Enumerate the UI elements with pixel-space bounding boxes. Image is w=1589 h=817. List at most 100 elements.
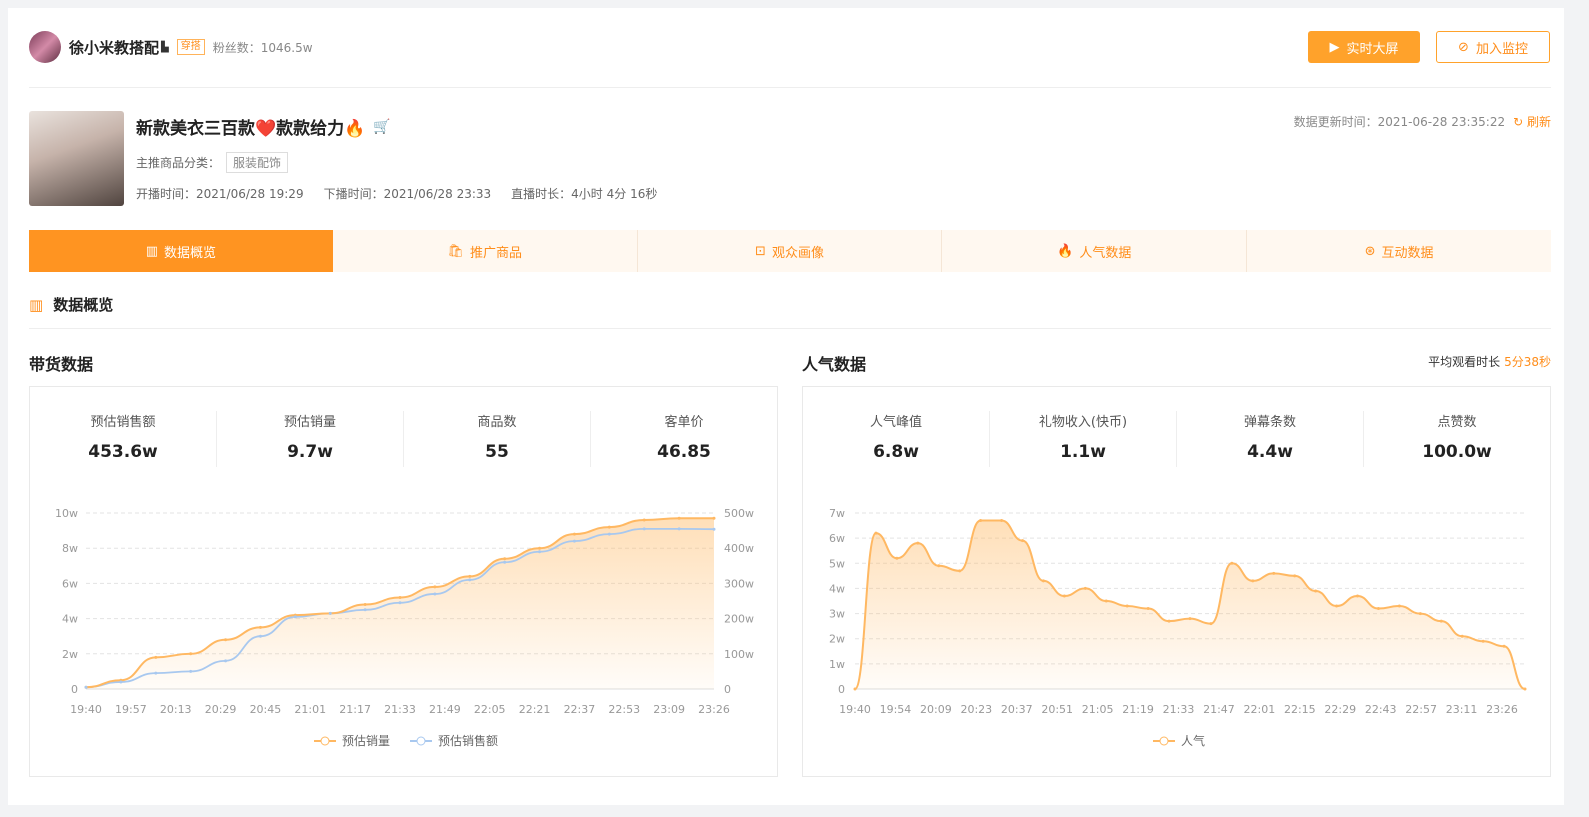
tab-bar: ▥ 数据概览 🛍 推广商品 ⊡ 观众画像 🔥 人气数据 ⊛ 互动数据: [29, 230, 1551, 272]
y-right-tick-label: 500w: [724, 507, 754, 520]
sales-volume-point: [712, 516, 716, 520]
x-tick-label: 22:53: [608, 703, 640, 716]
x-tick-label: 20:13: [160, 703, 192, 716]
sales-volume-point: [189, 652, 193, 656]
sales-amount-point: [572, 539, 576, 543]
x-tick-label: 22:57: [1405, 703, 1437, 716]
y-left-tick-label: 10w: [55, 507, 78, 520]
sales-volume-point: [224, 638, 228, 642]
popularity-point: [1397, 604, 1401, 608]
popularity-point: [937, 564, 941, 568]
tab-overview[interactable]: ▥ 数据概览: [29, 230, 333, 272]
sales-volume-point: [398, 595, 402, 599]
sales-volume-point: [677, 516, 681, 520]
popularity-point: [1272, 571, 1276, 575]
popularity-point: [1021, 539, 1024, 543]
x-tick-label: 21:33: [384, 703, 416, 716]
y-tick-label: 2w: [829, 633, 845, 646]
popularity-point: [1209, 622, 1213, 626]
popularity-point: [1481, 639, 1485, 643]
sales-amount-point: [607, 532, 611, 536]
y-tick-label: 5w: [829, 557, 845, 570]
sales-chart[interactable]: 0 0 2w 100w 4w 200w 6w 300w 8w 400w 10w 500w 19:40 19…: [30, 485, 777, 775]
big-screen-button[interactable]: ▶ 实时大屏: [1308, 31, 1420, 63]
stat-unit-price: 客单价 46.85: [657, 415, 711, 462]
legend-popularity-label: 人气: [1181, 733, 1205, 748]
refresh-icon: ↻: [1513, 115, 1524, 129]
live-title-row: 新款美衣三百款❤️款款给力🔥 🛒: [136, 114, 391, 140]
popularity-point: [1439, 619, 1443, 623]
tab-products[interactable]: 🛍 推广商品: [333, 230, 638, 272]
popularity-point: [1335, 604, 1339, 608]
sales-volume-point: [154, 655, 158, 659]
y-tick-label: 0: [838, 683, 845, 696]
x-tick-label: 20:37: [1001, 703, 1033, 716]
tab-interaction[interactable]: ⊛ 互动数据: [1247, 230, 1551, 272]
stat-peak-popularity: 人气峰值 6.8w: [803, 411, 990, 467]
tab-audience[interactable]: ⊡ 观众画像: [638, 230, 943, 272]
popularity-point: [1000, 519, 1004, 523]
popularity-point: [1293, 574, 1297, 578]
flame-icon: 🔥: [1057, 243, 1074, 259]
popularity-title: 人气数据: [802, 355, 867, 374]
sales-amount-point: [433, 592, 437, 596]
anchor-name[interactable]: 徐小米教搭配: [69, 37, 159, 58]
sales-volume-point: [503, 557, 507, 561]
y-tick-label: 6w: [829, 532, 845, 545]
legend-volume-marker: [320, 736, 330, 746]
tab-label: 推广商品: [469, 245, 522, 261]
refresh-link[interactable]: ↻ 刷新: [1513, 113, 1551, 130]
legend-volume-label: 预估销量: [342, 734, 390, 748]
x-tick-label: 20:23: [960, 703, 992, 716]
end-time: 下播时间：2021/06/28 23:33: [323, 187, 492, 201]
link-icon: ⊘: [1458, 39, 1469, 55]
popularity-point: [1062, 594, 1066, 598]
popularity-point: [895, 556, 899, 560]
main-category-label: 主推商品分类：: [136, 156, 221, 170]
x-tick-label: 20:45: [250, 703, 282, 716]
x-tick-label: 23:26: [698, 703, 730, 716]
add-monitor-label: 加入监控: [1475, 41, 1528, 57]
tab-label: 观众画像: [771, 245, 824, 261]
popularity-point: [1167, 619, 1171, 623]
popularity-point: [979, 519, 983, 523]
x-tick-label: 21:17: [339, 703, 371, 716]
popularity-point: [874, 531, 878, 535]
live-times-row: 开播时间：2021/06/28 19:29 下播时间：2021/06/28 23…: [136, 185, 657, 202]
refresh-label: 刷新: [1526, 115, 1551, 129]
content-card: 徐小米教搭配 ▙ 穿搭 粉丝数：1046.5w ▶ 实时大屏 ⊘ 加入监控 新款…: [8, 8, 1564, 805]
main-category-row: 主推商品分类： 服装配饰: [136, 152, 289, 173]
add-monitor-button[interactable]: ⊘ 加入监控: [1436, 31, 1550, 63]
y-right-tick-label: 300w: [724, 577, 754, 590]
live-cover-image[interactable]: [29, 111, 124, 206]
x-tick-label: 20:29: [205, 703, 237, 716]
bar-chart-icon: ▥: [145, 243, 159, 259]
sales-amount-point: [538, 550, 542, 554]
popularity-chart[interactable]: 0 1w 2w 3w 4w 5w 6w 7w 19:40 19:54 20:09 20:23 20:37…: [803, 485, 1550, 775]
sales-volume-point: [258, 625, 262, 629]
sales-amount-point: [224, 659, 228, 663]
avatar[interactable]: [29, 31, 61, 63]
section-header: ▥ 数据概览: [29, 294, 113, 315]
sales-amount-point: [258, 634, 262, 638]
popularity-stats: 人气峰值 6.8w 礼物收入(快币) 1.1w 弹幕条数 4.4w 点赞数 100.0w: [803, 411, 1550, 467]
popularity-point: [1083, 586, 1087, 590]
tab-label: 人气数据: [1079, 245, 1132, 261]
tab-popularity[interactable]: 🔥 人气数据: [942, 230, 1248, 272]
sales-volume-point: [363, 603, 367, 607]
category-tag: 穿搭: [176, 39, 205, 55]
x-tick-label: 21:05: [1082, 703, 1114, 716]
popularity-point: [1523, 687, 1527, 691]
popularity-point: [1041, 579, 1045, 583]
bar-chart-icon: ▥: [29, 295, 44, 314]
stat-danmaku-count: 弹幕条数 4.4w: [1177, 411, 1364, 467]
stat-likes: 点赞数 100.0w: [1422, 415, 1492, 462]
sales-amount-point: [84, 685, 88, 689]
x-tick-label: 23:26: [1486, 703, 1518, 716]
x-tick-label: 22:01: [1244, 703, 1276, 716]
x-tick-label: 20:09: [920, 703, 952, 716]
avg-watch-label: 平均观看时长: [1428, 355, 1501, 369]
section-divider: [29, 328, 1551, 329]
sales-title: 带货数据: [29, 355, 94, 374]
popularity-point: [916, 541, 920, 545]
